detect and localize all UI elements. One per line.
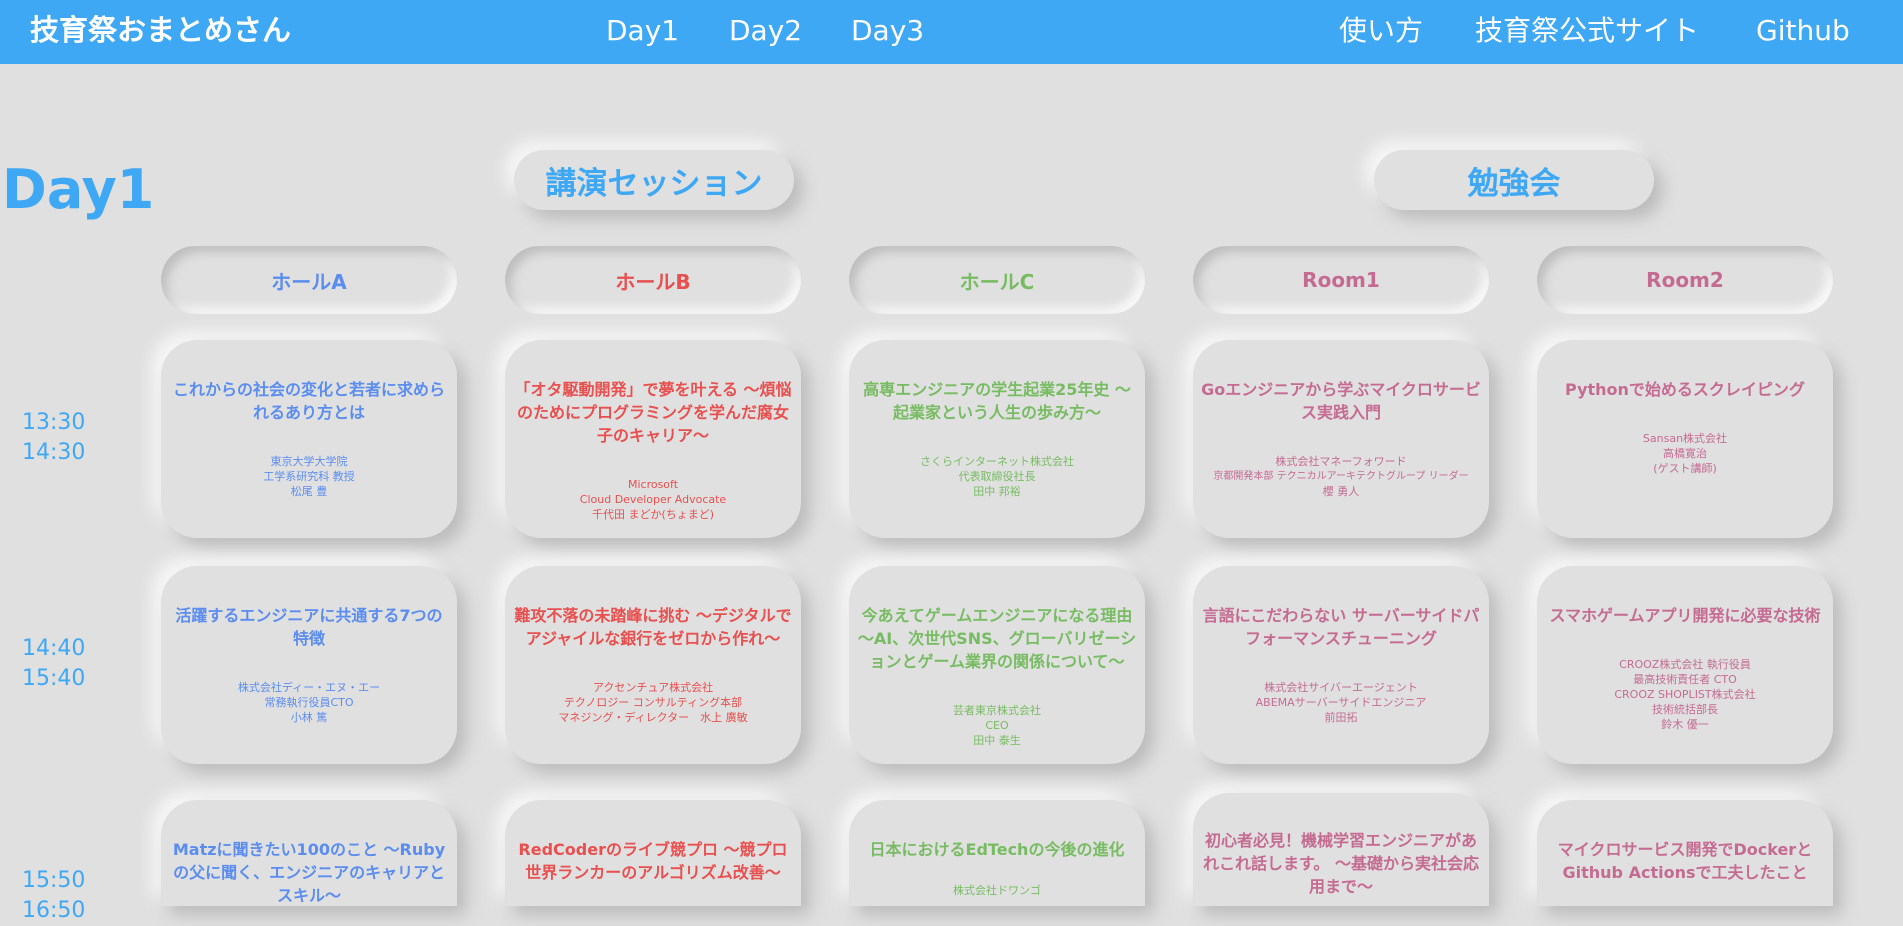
session-title: スマホゲームアプリ開発に必要な技術	[1549, 606, 1821, 625]
session-title: 初心者必見！機械学習エンジニアがあれこれ話します。 ～基礎から実社会応用まで～	[1203, 831, 1479, 896]
hall-header-room1: Room1	[1193, 246, 1489, 314]
session-card[interactable]: RedCoderのライブ競プロ ～競プロ世界ランカーのアルゴリズム改善～	[505, 800, 801, 906]
session-card[interactable]: これからの社会の変化と若者に求められるあり方とは 東京大学大学院 工学系研究科 …	[161, 340, 457, 538]
session-title: 「オタ駆動開発」で夢を叶える ～煩悩のためにプログラミングを学んだ腐女子のキャリ…	[514, 380, 792, 445]
nav-github-link[interactable]: Github	[1756, 13, 1850, 49]
session-card[interactable]: 日本におけるEdTechの今後の進化 株式会社ドワンゴ	[849, 800, 1145, 906]
session-card[interactable]: 初心者必見！機械学習エンジニアがあれこれ話します。 ～基礎から実社会応用まで～	[1193, 793, 1489, 906]
start-time: 14:40	[22, 636, 86, 661]
speaker-line: (ゲスト講師)	[1653, 462, 1717, 475]
session-card[interactable]: 「オタ駆動開発」で夢を叶える ～煩悩のためにプログラミングを学んだ腐女子のキャリ…	[505, 340, 801, 538]
top-navbar: 技育祭おまとめさん Day1 Day2 Day3 使い方 技育祭公式サイト Gi…	[0, 0, 1903, 64]
tab-study-session[interactable]: 勉強会	[1374, 150, 1654, 210]
end-time: 14:30	[22, 440, 86, 465]
end-time: 16:50	[22, 898, 86, 923]
day-heading: Day1	[2, 158, 155, 221]
nav-day3-link[interactable]: Day3	[851, 13, 924, 49]
speaker-line: 高橋寛治	[1663, 447, 1707, 460]
speaker-line: 常務執行役員CTO	[264, 696, 354, 709]
site-brand[interactable]: 技育祭おまとめさん	[30, 12, 291, 48]
speaker-line: マネジング・ディレクター 水上 廣敏	[558, 711, 748, 724]
speaker-line: ABEMAサーバーサイドエンジニア	[1255, 696, 1427, 709]
speaker-line: 最高技術責任者 CTO	[1633, 673, 1737, 686]
session-card[interactable]: 言語にこだわらない サーバーサイドパフォーマンスチューニング 株式会社サイバーエ…	[1193, 566, 1489, 764]
hall-header-a: ホールA	[161, 246, 457, 314]
speaker-line: 櫻 勇人	[1322, 485, 1360, 498]
hall-header-c: ホールC	[849, 246, 1145, 314]
session-title: 難攻不落の未踏峰に挑む ～デジタルでアジャイルな銀行をゼロから作れ～	[514, 606, 792, 648]
speaker-line: 株式会社マネーフォワード	[1275, 455, 1407, 468]
start-time: 15:50	[22, 868, 86, 893]
speaker-line: 代表取締役社長	[958, 470, 1036, 483]
session-title: 活躍するエンジニアに共通する7つの特徴	[175, 606, 443, 648]
speaker-line: 前田拓	[1324, 711, 1358, 724]
session-title: 言語にこだわらない サーバーサイドパフォーマンスチューニング	[1202, 606, 1480, 648]
time-slot: 14:40 15:40	[22, 634, 112, 694]
speaker-line: 技術統括部長	[1652, 703, 1718, 716]
session-card[interactable]: 活躍するエンジニアに共通する7つの特徴 株式会社ディー・エヌ・エー 常務執行役員…	[161, 566, 457, 764]
speaker-line: 松尾 豊	[290, 485, 328, 498]
hall-header-b: ホールB	[505, 246, 801, 314]
nav-official-site-link[interactable]: 技育祭公式サイト	[1475, 13, 1699, 49]
session-card[interactable]: 今あえてゲームエンジニアになる理由 ～AI、次世代SNS、グローバリゼーションと…	[849, 566, 1145, 764]
nav-day1-link[interactable]: Day1	[606, 13, 679, 49]
session-card[interactable]: スマホゲームアプリ開発に必要な技術 CROOZ株式会社 執行役員 最高技術責任者…	[1537, 566, 1833, 764]
speaker-line: Cloud Developer Advocate	[579, 493, 727, 506]
speaker-line: さくらインターネット株式会社	[920, 455, 1074, 468]
speaker-line: CROOZ SHOPLIST株式会社	[1614, 688, 1756, 701]
session-card[interactable]: 高専エンジニアの学生起業25年史 ～起業家という人生の歩み方～ さくらインターネ…	[849, 340, 1145, 538]
session-title: Pythonで始めるスクレイピング	[1565, 380, 1805, 399]
session-card[interactable]: マイクロサービス開発でDockerとGithub Actionsで工夫したこと	[1537, 800, 1833, 906]
speaker-line: 小林 篤	[290, 711, 328, 724]
session-title: RedCoderのライブ競プロ ～競プロ世界ランカーのアルゴリズム改善～	[518, 840, 788, 882]
session-title: 高専エンジニアの学生起業25年史 ～起業家という人生の歩み方～	[863, 380, 1131, 422]
session-card[interactable]: Matzに聞きたい100のこと ～Rubyの父に聞く、エンジニアのキャリアとスキ…	[161, 800, 457, 906]
session-card[interactable]: 難攻不落の未踏峰に挑む ～デジタルでアジャイルな銀行をゼロから作れ～ アクセンチ…	[505, 566, 801, 764]
speaker-line: Sansan株式会社	[1642, 432, 1728, 445]
speaker-line: 田中 泰生	[973, 734, 1021, 747]
session-card[interactable]: Pythonで始めるスクレイピング Sansan株式会社 高橋寛治 (ゲスト講師…	[1537, 340, 1833, 538]
speaker-line: 株式会社サイバーエージェント	[1264, 681, 1418, 694]
session-title: これからの社会の変化と若者に求められるあり方とは	[172, 380, 445, 422]
speaker-line: 鈴木 優一	[1661, 718, 1709, 731]
hall-header-room2: Room2	[1537, 246, 1833, 314]
speaker-line: 田中 邦裕	[973, 485, 1021, 498]
speaker-line: 工学系研究科 教授	[263, 470, 355, 483]
speaker-line: Microsoft	[627, 478, 679, 491]
nav-day2-link[interactable]: Day2	[729, 13, 802, 49]
speaker-line: 株式会社ディー・エヌ・エー	[237, 681, 381, 694]
session-title: 今あえてゲームエンジニアになる理由 ～AI、次世代SNS、グローバリゼーションと…	[857, 606, 1137, 671]
time-slot: 13:30 14:30	[22, 408, 112, 468]
end-time: 15:40	[22, 666, 86, 691]
speaker-line: 東京大学大学院	[270, 455, 348, 468]
speaker-line: アクセンチュア株式会社	[592, 681, 714, 694]
session-title: マイクロサービス開発でDockerとGithub Actionsで工夫したこと	[1557, 840, 1813, 882]
time-slot: 15:50 16:50	[22, 866, 112, 926]
speaker-line: 株式会社ドワンゴ	[953, 884, 1041, 897]
speaker-line: 京都開発本部 テクニカルアーキテクトグループ リーダー	[1213, 471, 1469, 482]
session-title: Matzに聞きたい100のこと ～Rubyの父に聞く、エンジニアのキャリアとスキ…	[172, 840, 446, 905]
speaker-line: テクノロジー コンサルティング本部	[563, 696, 743, 709]
session-title: 日本におけるEdTechの今後の進化	[869, 840, 1125, 859]
session-card[interactable]: Goエンジニアから学ぶマイクロサービス実践入門 株式会社マネーフォワード 京都開…	[1193, 340, 1489, 538]
nav-usage-link[interactable]: 使い方	[1339, 13, 1423, 49]
tab-lecture-session[interactable]: 講演セッション	[514, 150, 794, 210]
session-title: Goエンジニアから学ぶマイクロサービス実践入門	[1201, 380, 1481, 422]
start-time: 13:30	[22, 410, 86, 435]
speaker-line: 千代田 まどか(ちょまど)	[591, 508, 715, 521]
speaker-line: CEO	[985, 719, 1009, 732]
speaker-line: CROOZ株式会社 執行役員	[1619, 658, 1751, 671]
speaker-line: 芸者東京株式会社	[953, 704, 1041, 717]
